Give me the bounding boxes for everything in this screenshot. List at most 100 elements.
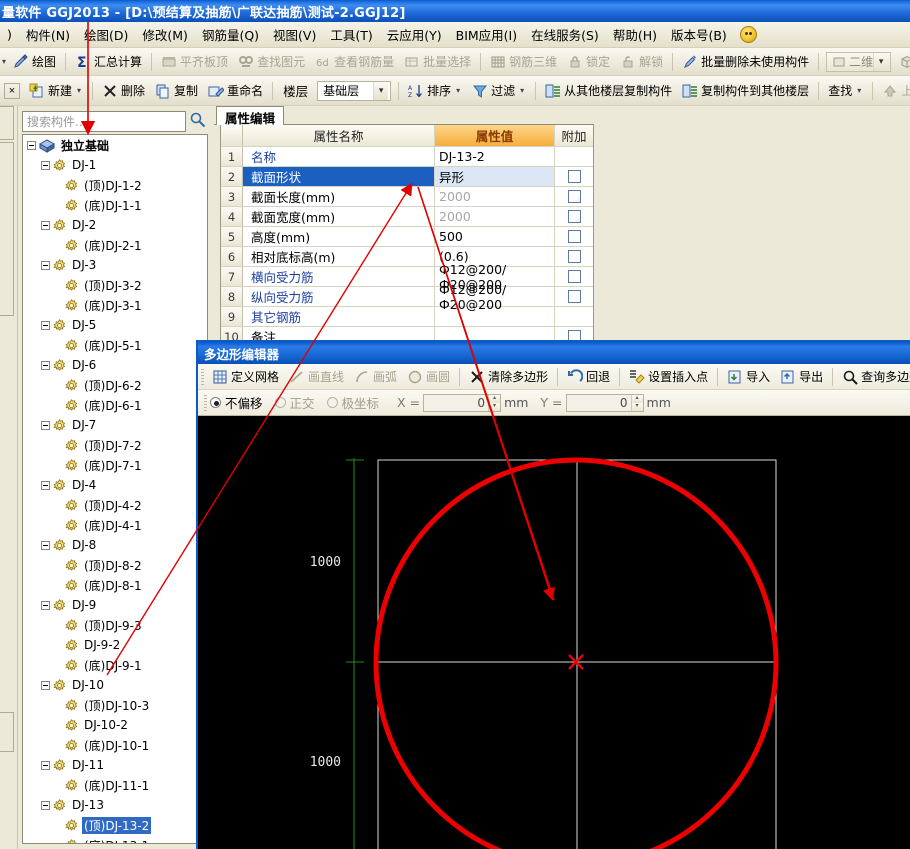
tree-item-(顶)DJ-6-2[interactable]: (顶)DJ-6-2 — [23, 375, 207, 395]
expander-collapse-icon[interactable] — [41, 800, 50, 810]
toolbar-button-delete[interactable]: 删除 — [97, 80, 150, 102]
expander-collapse-icon[interactable] — [27, 140, 36, 150]
panel-close-button[interactable]: × — [4, 82, 20, 99]
tree-item-(顶)DJ-7-2[interactable]: (顶)DJ-7-2 — [23, 435, 207, 455]
dialog-button-export[interactable]: 导出 — [775, 366, 828, 388]
property-attach-cell[interactable] — [555, 287, 593, 306]
tree-group-DJ-5[interactable]: DJ-5 — [23, 315, 207, 335]
view-mode-combo[interactable]: 二维 ▾ — [826, 51, 892, 72]
x-input[interactable]: 0 ▴ ▾ — [423, 393, 502, 412]
expander-collapse-icon[interactable] — [41, 420, 50, 430]
toolbar-button-rename[interactable]: 重命名 — [203, 80, 268, 102]
dialog-button-define-grid[interactable]: 定义网格 — [207, 366, 284, 388]
expander-collapse-icon[interactable] — [41, 600, 50, 610]
toolbar-button-filter[interactable]: 过滤 ▾ — [467, 80, 531, 102]
tree-item-(顶)DJ-8-2[interactable]: (顶)DJ-8-2 — [23, 555, 207, 575]
dialog-button-draw-line[interactable]: 画直线 — [284, 366, 349, 388]
find-chevron-down-icon[interactable]: ▾ — [855, 86, 863, 95]
menu-item-version[interactable]: 版本号(B) — [664, 22, 734, 47]
tree-item-DJ-9-2[interactable]: DJ-9-2 — [23, 635, 207, 655]
toolbar-button-lock[interactable]: 锁定 — [562, 51, 615, 73]
property-row[interactable]: 3 截面长度(mm) 2000 — [221, 187, 593, 207]
menu-item-draw[interactable]: 绘图(D) — [77, 22, 135, 47]
tree-item-(顶)DJ-10-3[interactable]: (顶)DJ-10-3 — [23, 695, 207, 715]
toolbar-button-move-up[interactable]: 上移 — [877, 80, 910, 102]
toolbar-button-batch-delete-unused[interactable]: 批量删除未使用构件 — [677, 51, 814, 73]
expander-collapse-icon[interactable] — [41, 540, 50, 550]
tree-item-(顶)DJ-1-2[interactable]: (顶)DJ-1-2 — [23, 175, 207, 195]
property-row[interactable]: 5 高度(mm) 500 — [221, 227, 593, 247]
radio-orthogonal[interactable]: 正交 — [274, 393, 315, 412]
toolbar-button-align-slab-top[interactable]: 平齐板顶 — [156, 51, 233, 73]
radio-no-offset[interactable]: 不偏移 — [210, 393, 263, 412]
menu-item-help[interactable]: 帮助(H) — [606, 22, 664, 47]
property-value[interactable]: 2000 — [435, 187, 555, 206]
tree-item-(顶)DJ-9-3[interactable]: (顶)DJ-9-3 — [23, 615, 207, 635]
dialog-button-query-polygon-library[interactable]: 查询多边形库 — [837, 366, 910, 388]
property-attach-cell[interactable] — [555, 227, 593, 246]
expander-collapse-icon[interactable] — [41, 160, 50, 170]
tree-item-(底)DJ-5-1[interactable]: (底)DJ-5-1 — [23, 335, 207, 355]
menu-item-bim[interactable]: BIM应用(I) — [449, 22, 525, 47]
tree-group-DJ-2[interactable]: DJ-2 — [23, 215, 207, 235]
offset-toolbar-grip-handle[interactable] — [204, 394, 207, 411]
toolbar-button-copy-to-other-floor[interactable]: 复制构件到其他楼层 — [677, 80, 814, 102]
y-spinner[interactable]: ▴ ▾ — [630, 394, 643, 411]
tree-root[interactable]: 独立基础 — [23, 135, 207, 155]
expander-collapse-icon[interactable] — [41, 320, 50, 330]
tree-item-(底)DJ-1-1[interactable]: (底)DJ-1-1 — [23, 195, 207, 215]
property-value[interactable]: Ф12@200/Ф20@200 — [435, 282, 555, 312]
menu-item-tools[interactable]: 工具(T) — [323, 22, 379, 47]
toolbar-button-sort[interactable]: AZ 排序 ▾ — [403, 80, 467, 102]
floor-combo[interactable]: 基础层 ▾ — [317, 80, 392, 101]
property-attach-cell[interactable] — [555, 147, 593, 166]
property-attach-cell[interactable] — [555, 247, 593, 266]
expander-collapse-icon[interactable] — [41, 260, 50, 270]
property-attach-cell[interactable] — [555, 167, 593, 186]
toolbar-button-copy-from-other-floor[interactable]: 从其他楼层复制构件 — [540, 80, 677, 102]
property-attach-cell[interactable] — [555, 207, 593, 226]
tree-group-DJ-6[interactable]: DJ-6 — [23, 355, 207, 375]
dialog-button-undo[interactable]: 回退 — [562, 366, 615, 388]
property-value[interactable]: 异形 — [435, 167, 555, 186]
menu-item-modify[interactable]: 修改(M) — [135, 22, 195, 47]
property-row[interactable]: 1 名称 DJ-13-2 — [221, 147, 593, 167]
attach-checkbox[interactable] — [567, 230, 581, 243]
property-value[interactable]: DJ-13-2 — [435, 147, 555, 166]
menu-item-0[interactable]: ) — [0, 24, 19, 45]
attach-checkbox[interactable] — [567, 170, 581, 183]
tree-item-(底)DJ-10-1[interactable]: (底)DJ-10-1 — [23, 735, 207, 755]
toolbar-button-draw[interactable]: 绘图 — [8, 51, 61, 73]
dialog-button-draw-circle[interactable]: 画圆 — [402, 366, 455, 388]
toolbar-button-find-element[interactable]: 查找图元 — [233, 51, 310, 73]
expander-collapse-icon[interactable] — [41, 760, 50, 770]
search-input[interactable]: 搜索构件... — [22, 110, 186, 132]
tree-item-(底)DJ-3-1[interactable]: (底)DJ-3-1 — [23, 295, 207, 315]
toolbar-overflow-chevron-icon[interactable]: ▾ — [0, 57, 8, 66]
tree-group-DJ-4[interactable]: DJ-4 — [23, 475, 207, 495]
tree-item-DJ-10-2[interactable]: DJ-10-2 — [23, 715, 207, 735]
dialog-button-draw-arc[interactable]: 画弧 — [349, 366, 402, 388]
tree-item-(底)DJ-8-1[interactable]: (底)DJ-8-1 — [23, 575, 207, 595]
expander-collapse-icon[interactable] — [41, 680, 50, 690]
toolbar-button-rebar-3d[interactable]: 钢筋三维 — [485, 51, 562, 73]
tree-item-(底)DJ-7-1[interactable]: (底)DJ-7-1 — [23, 455, 207, 475]
dialog-button-import[interactable]: 导入 — [722, 366, 775, 388]
menu-item-rebar[interactable]: 钢筋量(Q) — [195, 22, 266, 47]
tree-group-DJ-13[interactable]: DJ-13 — [23, 795, 207, 815]
property-row[interactable]: 2 截面形状 异形 — [221, 167, 593, 187]
tree-group-DJ-1[interactable]: DJ-1 — [23, 155, 207, 175]
property-attach-cell[interactable] — [555, 187, 593, 206]
property-value[interactable] — [435, 307, 555, 326]
component-tree[interactable]: 独立基础 DJ-1 (顶)DJ-1-2 (底)DJ-1-1 DJ-2 (底)DJ-2-1 D… — [22, 134, 208, 844]
tree-group-DJ-3[interactable]: DJ-3 — [23, 255, 207, 275]
property-value[interactable]: 500 — [435, 227, 555, 246]
toolbar-button-batch-select[interactable]: 批量选择 — [399, 51, 476, 73]
tree-item-(顶)DJ-3-2[interactable]: (顶)DJ-3-2 — [23, 275, 207, 295]
view-mode-chevron-down-icon[interactable]: ▾ — [873, 52, 889, 71]
new-chevron-down-icon[interactable]: ▾ — [75, 86, 83, 95]
tree-item-(顶)DJ-13-2[interactable]: (顶)DJ-13-2 — [23, 815, 207, 835]
tree-item-(底)DJ-9-1[interactable]: (底)DJ-9-1 — [23, 655, 207, 675]
sort-chevron-down-icon[interactable]: ▾ — [454, 86, 462, 95]
property-value[interactable]: 2000 — [435, 207, 555, 226]
